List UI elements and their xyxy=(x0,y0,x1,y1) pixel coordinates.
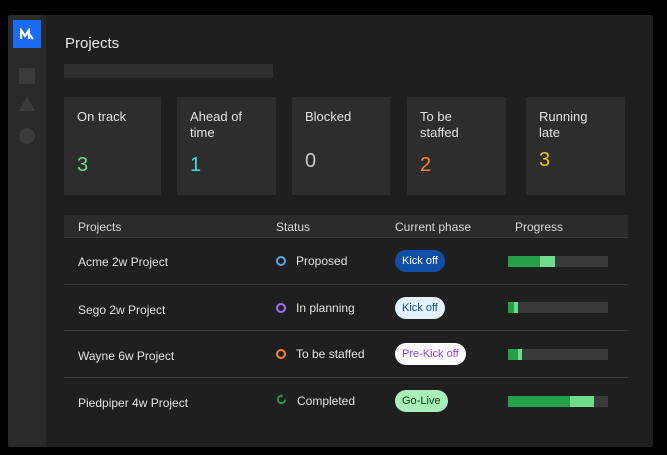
status-label: Proposed xyxy=(296,254,348,268)
circle-icon xyxy=(276,302,286,313)
triangle-icon[interactable] xyxy=(19,96,35,111)
column-header-progress[interactable]: Progress xyxy=(515,220,563,234)
summary-card-label: Blocked xyxy=(305,109,352,124)
summary-card-value: 1 xyxy=(190,154,202,176)
main-content: Projects On track 3 Ahead of time 1 Bloc… xyxy=(46,15,653,447)
sidebar xyxy=(8,15,46,447)
search-input[interactable] xyxy=(64,64,273,78)
progress-fill-secondary xyxy=(518,349,522,360)
status-cell: Completed xyxy=(276,393,356,408)
summary-card-ahead-of-time[interactable]: Ahead of time 1 xyxy=(177,97,276,195)
table-row[interactable]: Sego 2w Project In planning Kick off xyxy=(64,283,628,331)
summary-card-running-late[interactable]: Running late 3 xyxy=(526,97,625,195)
circle-icon xyxy=(276,256,286,266)
logo-icon[interactable] xyxy=(13,20,41,48)
summary-card-to-be-staffed[interactable]: To be staffed 2 xyxy=(407,97,506,195)
square-icon[interactable] xyxy=(19,68,35,84)
circle-icon[interactable] xyxy=(19,128,35,144)
project-name[interactable]: Acme 2w Project xyxy=(78,255,168,269)
status-cell: Proposed xyxy=(276,254,347,268)
column-header-projects[interactable]: Projects xyxy=(78,220,121,234)
column-header-status[interactable]: Status xyxy=(276,220,310,234)
summary-card-value: 3 xyxy=(539,149,551,171)
project-name[interactable]: Piedpiper 4w Project xyxy=(78,396,188,410)
summary-card-value: 3 xyxy=(77,154,89,176)
progress-bar xyxy=(508,349,608,360)
summary-card-label: Running late xyxy=(539,109,588,140)
phase-badge: Go-Live xyxy=(395,389,448,412)
project-name[interactable]: Wayne 6w Project xyxy=(78,349,174,363)
summary-card-label: Ahead of time xyxy=(190,109,243,140)
table-header: Projects Status Current phase Progress xyxy=(64,215,628,237)
progress-fill-primary xyxy=(508,349,518,360)
column-header-phase[interactable]: Current phase xyxy=(395,220,471,234)
table-row[interactable]: Piedpiper 4w Project Completed Go-Live xyxy=(64,376,628,424)
phase-badge: Kick off xyxy=(395,250,445,272)
phase-badge: Pre-Kick off xyxy=(395,343,466,365)
status-cell: To be staffed xyxy=(276,347,365,361)
project-name[interactable]: Sego 2w Project xyxy=(78,303,165,317)
progress-fill-secondary xyxy=(514,301,518,313)
progress-bar xyxy=(508,301,608,313)
page-title: Projects xyxy=(65,35,120,52)
status-label: In planning xyxy=(296,300,355,315)
summary-card-on-track[interactable]: On track 3 xyxy=(64,97,161,195)
progress-bar xyxy=(508,256,608,267)
summary-card-blocked[interactable]: Blocked 0 xyxy=(292,97,390,195)
summary-card-value: 2 xyxy=(420,154,432,176)
circle-icon xyxy=(276,349,286,359)
table-row[interactable]: Acme 2w Project Proposed Kick off xyxy=(64,237,628,284)
phase-badge: Kick off xyxy=(395,296,445,319)
status-label: Completed xyxy=(297,393,356,408)
table-row[interactable]: Wayne 6w Project To be staffed Pre-Kick … xyxy=(64,330,628,377)
summary-card-label: On track xyxy=(77,109,127,124)
progress-fill-secondary xyxy=(570,395,594,407)
summary-card-value: 0 xyxy=(305,150,317,172)
progress-fill-primary xyxy=(508,256,540,267)
progress-bar xyxy=(508,395,608,407)
projects-table: Projects Status Current phase Progress A… xyxy=(64,215,628,423)
progress-fill-primary xyxy=(508,395,570,407)
status-label: To be staffed xyxy=(296,347,365,361)
summary-card-label: To be staffed xyxy=(420,109,459,140)
refresh-icon xyxy=(276,393,287,408)
app-window: Projects On track 3 Ahead of time 1 Bloc… xyxy=(8,15,653,447)
progress-fill-secondary xyxy=(540,256,555,267)
status-cell: In planning xyxy=(276,301,355,315)
